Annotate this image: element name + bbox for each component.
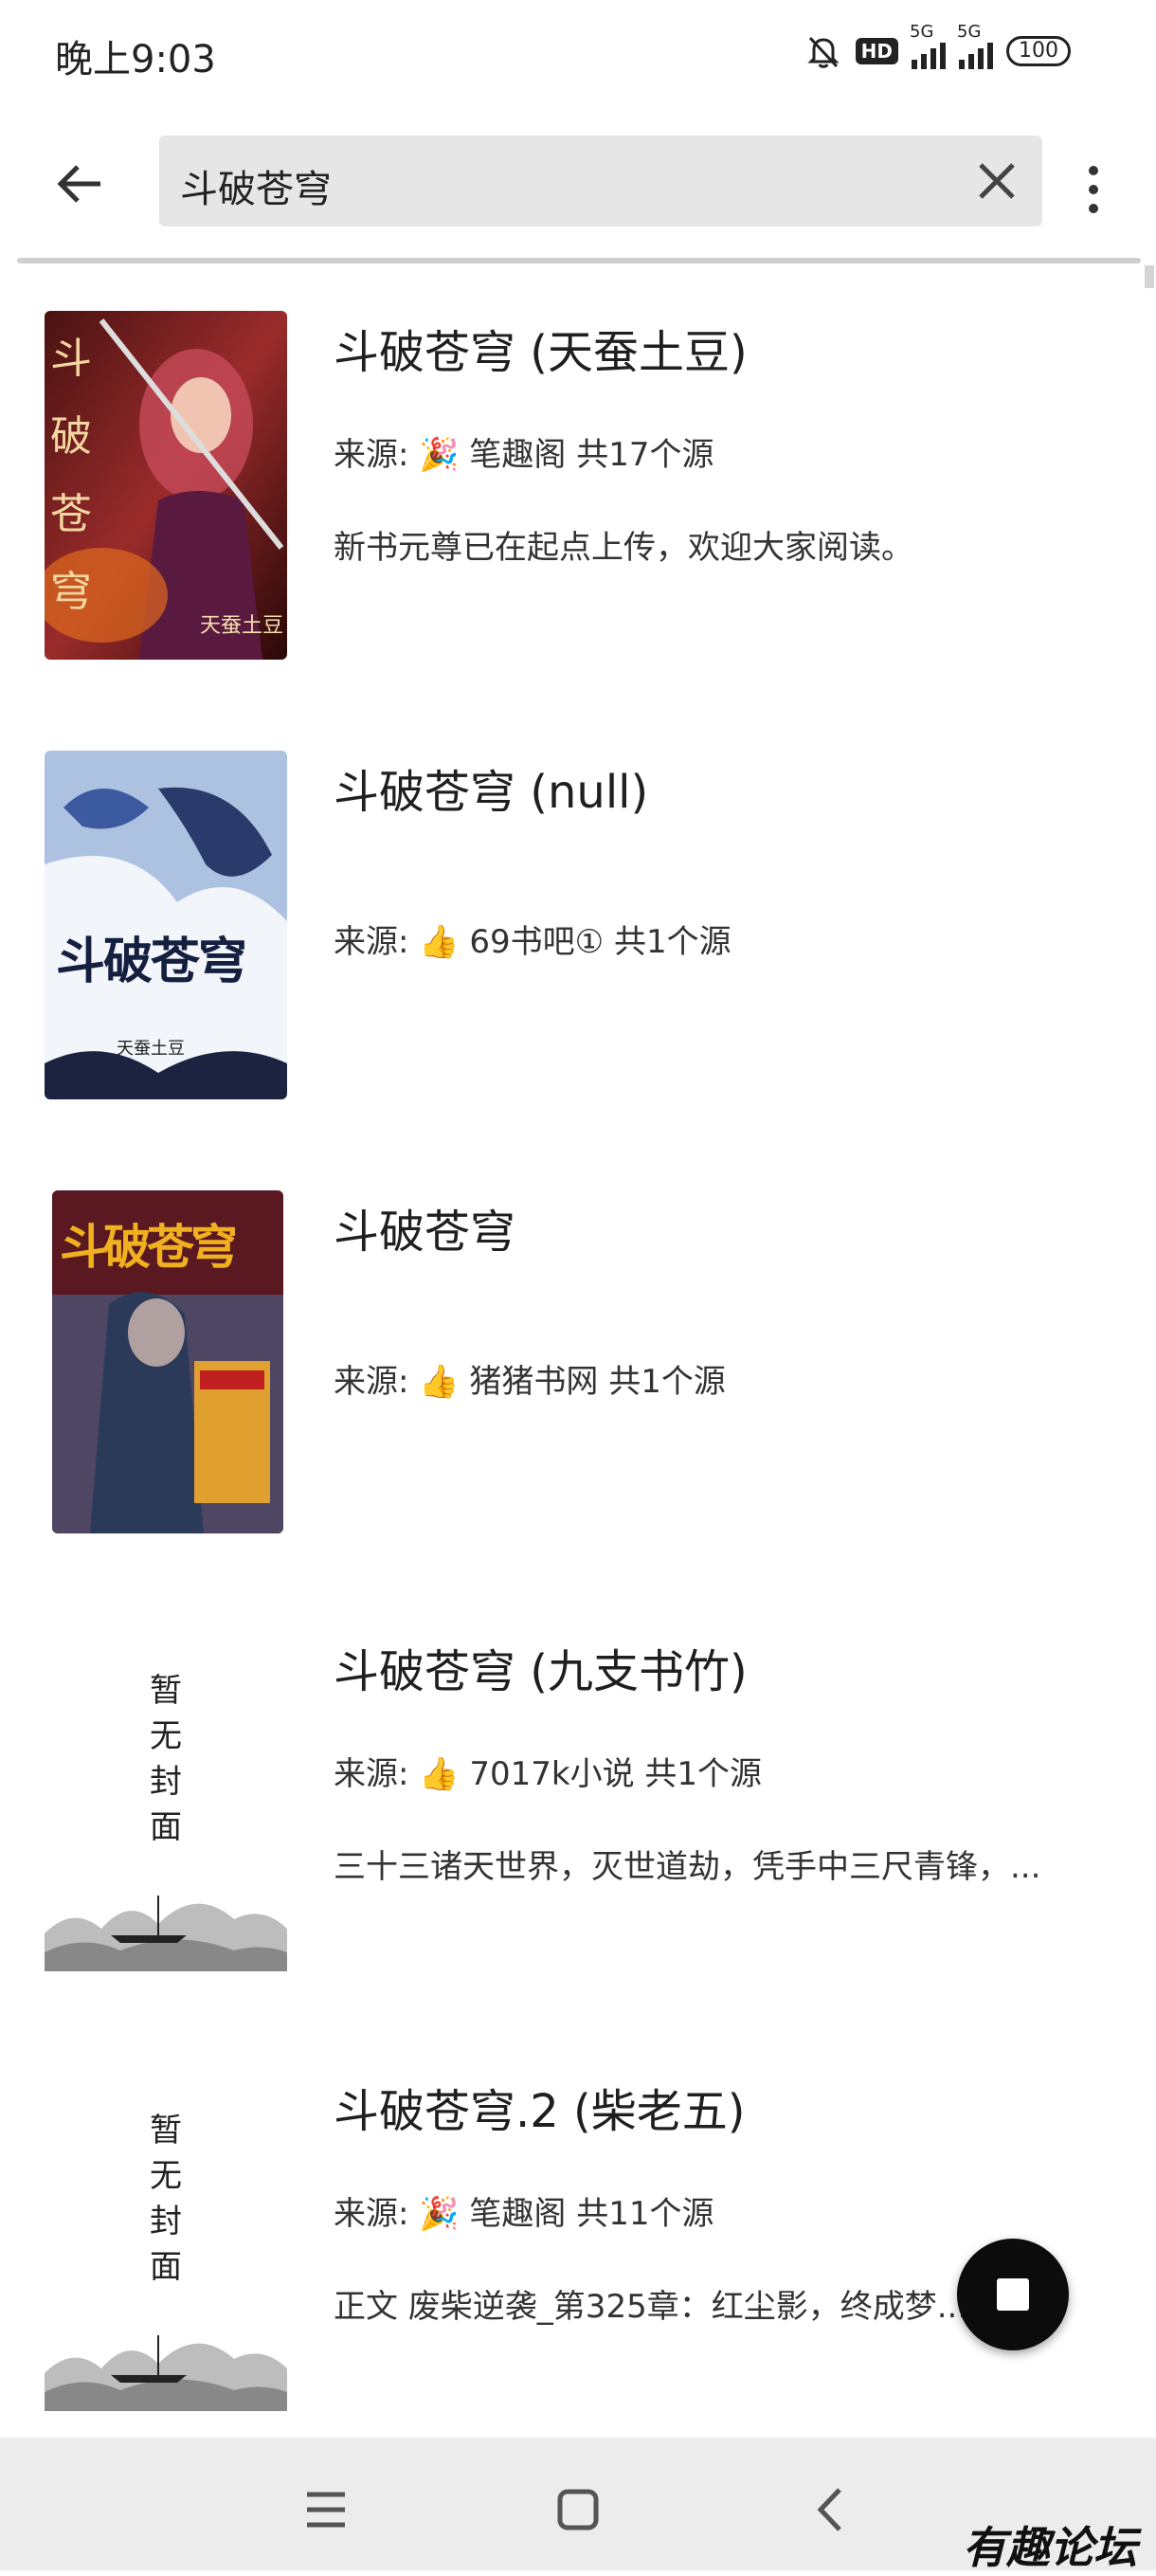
book-title: 斗破苍穹 — [334, 1206, 516, 1259]
book-source: 来源: 👍 猪猪书网 共1个源 — [334, 1363, 726, 1401]
hd-voice-icon: HD — [855, 38, 898, 64]
arrow-left-icon — [57, 165, 100, 203]
signal-1-icon: 5G — [910, 22, 946, 69]
square-icon — [557, 2489, 599, 2531]
app-bar: 斗破苍穹 — [0, 104, 1156, 256]
list-item[interactable]: 斗破苍穹 天蚕土豆 斗破苍穹 (null) 来源: 👍 69书吧① 共1个源 — [0, 715, 1156, 1132]
book-source: 来源: 👍 7017k小说 共1个源 — [334, 1755, 763, 1793]
home-button[interactable] — [540, 2472, 616, 2548]
watermark: 有趣论坛 — [963, 2522, 1137, 2573]
clear-search-button[interactable] — [968, 153, 1025, 209]
battery-icon: 100 — [1006, 36, 1071, 66]
system-nav-bar: 有趣论坛 — [0, 2438, 1156, 2573]
more-options-button[interactable] — [1071, 152, 1116, 227]
list-item[interactable]: 暂无封面 斗破苍穹.2 (柴老五) 来源: 🎉 笔趣阁 共11个源 正文 废柴逆… — [0, 2034, 1156, 2451]
book-description: 新书元尊已在起点上传，欢迎大家阅读。 — [334, 529, 913, 567]
book-cover-placeholder: 暂无封面 — [45, 2070, 287, 2419]
signal-2-icon: 5G — [957, 22, 993, 69]
cover-author: 天蚕土豆 — [117, 1039, 185, 1059]
list-item[interactable]: 暂无封面 斗破苍穹 (九支书竹) 来源: 👍 7017k小说 共1个源 三十三诸… — [0, 1594, 1156, 2011]
list-item[interactable]: 斗破苍穹 天蚕土豆 斗破苍穹 (天蚕土豆) 来源: 🎉 笔趣阁 共17个源 新书… — [0, 275, 1156, 692]
status-time: 晚上9:03 — [55, 38, 216, 82]
menu-icon — [307, 2492, 345, 2528]
status-bar: 晚上9:03 HD 5G 5G 100 — [0, 0, 1156, 104]
loading-progress-bar — [17, 258, 1141, 263]
cover-title: 斗破苍穹 — [60, 1219, 238, 1275]
recent-apps-button[interactable] — [288, 2472, 364, 2548]
bell-off-icon — [807, 36, 840, 68]
landscape-illustration — [45, 1896, 287, 1971]
cover-title: 斗破苍穹 — [56, 933, 247, 990]
book-source: 来源: 🎉 笔趣阁 共11个源 — [334, 2195, 714, 2233]
search-query: 斗破苍穹 — [180, 168, 332, 211]
cover-title: 斗破苍穹 — [50, 335, 92, 616]
book-cover: 斗破苍穹 — [52, 1190, 283, 1533]
list-item[interactable]: 斗破苍穹 斗破苍穹 来源: 👍 猪猪书网 共1个源 — [0, 1154, 1156, 1571]
book-title: 斗破苍穹 (九支书竹) — [334, 1645, 748, 1698]
nav-back-button[interactable] — [792, 2472, 868, 2548]
book-title: 斗破苍穹 (天蚕土豆) — [334, 326, 748, 379]
book-source: 来源: 👍 69书吧① 共1个源 — [334, 923, 732, 961]
book-source: 来源: 🎉 笔趣阁 共17个源 — [334, 436, 714, 474]
book-cover: 斗破苍穹 天蚕土豆 — [45, 311, 287, 660]
cover-author: 天蚕土豆 — [199, 614, 283, 638]
no-cover-label: 暂无封面 — [150, 2112, 182, 2286]
book-cover: 斗破苍穹 天蚕土豆 — [45, 751, 287, 1099]
close-icon — [979, 163, 1015, 199]
stop-search-button[interactable] — [957, 2239, 1069, 2350]
stop-icon — [997, 2278, 1029, 2311]
chevron-left-icon — [817, 2488, 841, 2531]
book-title: 斗破苍穹.2 (柴老五) — [334, 2085, 746, 2138]
status-icons: HD 5G 5G 100 — [804, 22, 1071, 70]
no-cover-label: 暂无封面 — [150, 1672, 182, 1846]
landscape-illustration — [45, 2335, 287, 2411]
book-cover-placeholder: 暂无封面 — [45, 1630, 287, 1979]
book-description: 三十三诸天世界，灭世道劫，凭手中三尺青锋，... — [334, 1848, 1041, 1886]
search-input[interactable]: 斗破苍穹 — [159, 136, 1042, 227]
book-title: 斗破苍穹 (null) — [334, 766, 649, 819]
back-button[interactable] — [45, 150, 114, 218]
more-vert-icon — [1089, 166, 1098, 175]
